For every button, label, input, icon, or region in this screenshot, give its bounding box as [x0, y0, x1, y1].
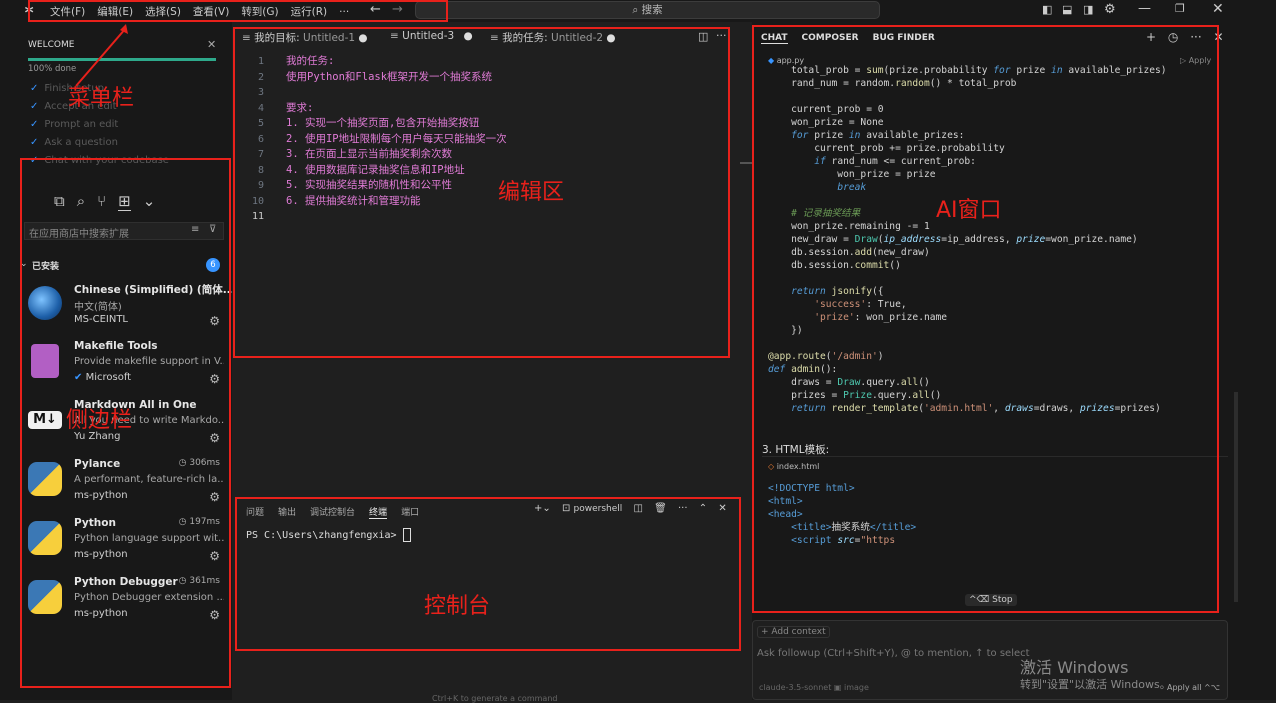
annotation-sidebar: 侧边栏: [66, 408, 133, 433]
arrow-line: [75, 27, 127, 87]
annotation-console: 控制台: [424, 594, 491, 619]
annotation-menubar: 菜单栏: [68, 86, 135, 111]
annotation-ai: AI窗口: [936, 198, 1002, 223]
annotation-arrow: [75, 24, 128, 87]
annotation-editor: 编辑区: [498, 180, 565, 205]
